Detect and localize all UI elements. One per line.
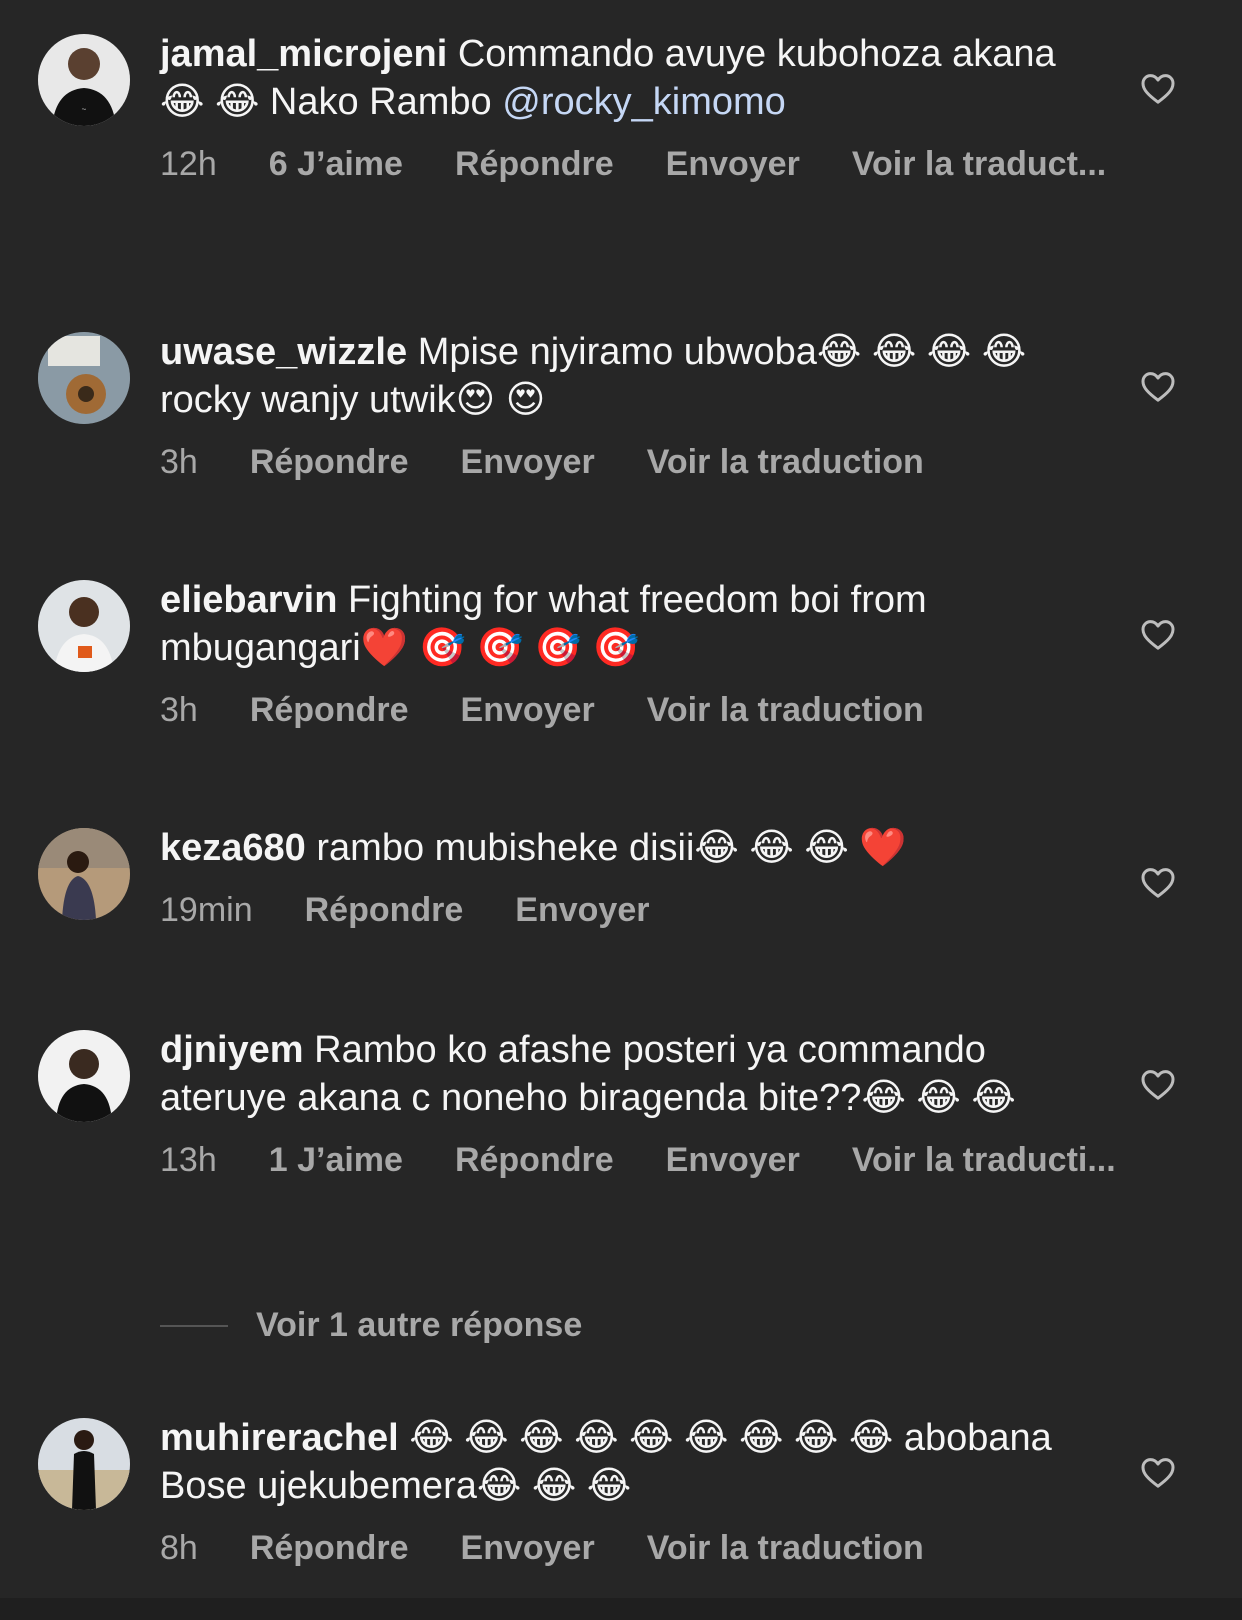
avatar[interactable] xyxy=(38,1030,130,1122)
like-button[interactable] xyxy=(1138,1452,1178,1492)
translate-button[interactable]: Voir la traduct... xyxy=(852,144,1106,184)
translate-button[interactable]: Voir la traduction xyxy=(647,442,924,482)
avatar[interactable] xyxy=(38,580,130,672)
send-button[interactable]: Envoyer xyxy=(515,890,649,930)
reply-button[interactable]: Répondre xyxy=(250,690,409,730)
bottom-divider xyxy=(0,1598,1242,1620)
translate-button[interactable]: Voir la traduction xyxy=(647,1528,924,1568)
svg-text:~: ~ xyxy=(82,105,87,114)
like-button[interactable] xyxy=(1138,614,1178,654)
heart-outline-icon xyxy=(1141,868,1175,898)
username[interactable]: muhirerachel xyxy=(160,1417,399,1459)
comment-actions: 13h 1 J’aime Répondre Envoyer Voir la tr… xyxy=(160,1140,1116,1180)
timestamp: 3h xyxy=(160,691,198,729)
avatar[interactable] xyxy=(38,1418,130,1510)
heart-outline-icon xyxy=(1141,1458,1175,1488)
like-button[interactable] xyxy=(1138,68,1178,108)
reply-button[interactable]: Répondre xyxy=(455,144,614,184)
like-button[interactable] xyxy=(1138,862,1178,902)
username[interactable]: jamal_microjeni xyxy=(160,33,447,75)
view-replies-label: Voir 1 autre réponse xyxy=(256,1306,583,1344)
reply-button[interactable]: Répondre xyxy=(250,442,409,482)
comment-text: muhirerachel 😂 😂 😂 😂 😂 😂 😂 😂 😂 abobana B… xyxy=(160,1414,1060,1510)
likes-count[interactable]: 1 J’aime xyxy=(269,1140,403,1180)
send-button[interactable]: Envoyer xyxy=(666,1140,800,1180)
comment-text: uwase_wizzle Mpise njyiramo ubwoba😂 😂 😂 … xyxy=(160,328,1060,424)
avatar[interactable]: ~ xyxy=(38,34,130,126)
heart-outline-icon xyxy=(1141,74,1175,104)
comment-text: keza680 rambo mubisheke disii😂 😂 😂 ❤️ xyxy=(160,824,1060,872)
username[interactable]: eliebarvin xyxy=(160,579,337,621)
username[interactable]: uwase_wizzle xyxy=(160,331,407,373)
avatar[interactable] xyxy=(38,332,130,424)
comment-text: jamal_microjeni Commando avuye kubohoza … xyxy=(160,30,1060,126)
timestamp: 19min xyxy=(160,891,253,929)
mention-link[interactable]: @rocky_kimomo xyxy=(502,81,786,123)
reply-button[interactable]: Répondre xyxy=(250,1528,409,1568)
avatar[interactable] xyxy=(38,828,130,920)
likes-count[interactable]: 6 J’aime xyxy=(269,144,403,184)
like-button[interactable] xyxy=(1138,366,1178,406)
comment-body: rambo mubisheke disii😂 😂 😂 ❤️ xyxy=(316,827,907,869)
comment-actions: 19min Répondre Envoyer xyxy=(160,890,1060,930)
heart-outline-icon xyxy=(1141,1070,1175,1100)
like-button[interactable] xyxy=(1138,1064,1178,1104)
replies-divider xyxy=(160,1324,228,1327)
comment-actions: 3h Répondre Envoyer Voir la traduction xyxy=(160,690,1060,730)
heart-outline-icon xyxy=(1141,620,1175,650)
reply-button[interactable]: Répondre xyxy=(455,1140,614,1180)
comment-actions: 3h Répondre Envoyer Voir la traduction xyxy=(160,442,1060,482)
translate-button[interactable]: Voir la traducti... xyxy=(852,1140,1116,1180)
comment-actions: 8h Répondre Envoyer Voir la traduction xyxy=(160,1528,1060,1568)
send-button[interactable]: Envoyer xyxy=(666,144,800,184)
heart-outline-icon xyxy=(1141,372,1175,402)
username[interactable]: keza680 xyxy=(160,827,306,869)
timestamp: 12h xyxy=(160,145,217,183)
translate-button[interactable]: Voir la traduction xyxy=(647,690,924,730)
comment-text: djniyem Rambo ko afashe posteri ya comma… xyxy=(160,1026,1060,1122)
send-button[interactable]: Envoyer xyxy=(461,442,595,482)
send-button[interactable]: Envoyer xyxy=(461,1528,595,1568)
username[interactable]: djniyem xyxy=(160,1029,304,1071)
reply-button[interactable]: Répondre xyxy=(305,890,464,930)
view-replies-button[interactable]: Voir 1 autre réponse xyxy=(160,1306,582,1345)
comment-actions: 12h 6 J’aime Répondre Envoyer Voir la tr… xyxy=(160,144,1106,184)
send-button[interactable]: Envoyer xyxy=(461,690,595,730)
timestamp: 3h xyxy=(160,443,198,481)
timestamp: 13h xyxy=(160,1141,217,1179)
comment-text: eliebarvin Fighting for what freedom boi… xyxy=(160,576,1060,672)
timestamp: 8h xyxy=(160,1529,198,1567)
